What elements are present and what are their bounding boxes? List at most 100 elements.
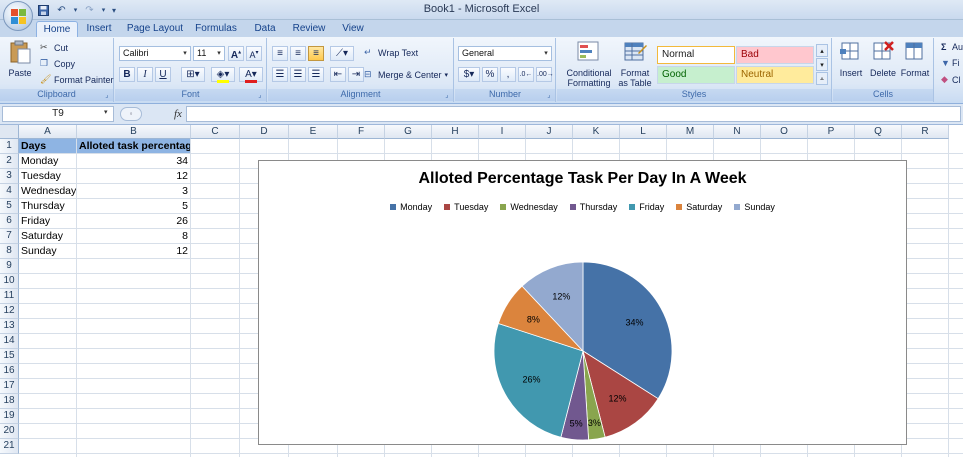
column-header-h[interactable]: H <box>432 125 479 139</box>
column-header-p[interactable]: P <box>808 125 855 139</box>
row-header-8[interactable]: 8 <box>0 244 19 259</box>
row-header-14[interactable]: 14 <box>0 334 19 349</box>
style-good[interactable]: Good <box>657 66 735 84</box>
borders-button[interactable]: ⊞▾ <box>181 67 205 82</box>
column-header-i[interactable]: I <box>479 125 526 139</box>
autosum-button[interactable]: Σ Au <box>941 42 963 52</box>
tab-insert[interactable]: Insert <box>80 21 118 37</box>
percentage-cell[interactable]: 5 <box>77 199 190 213</box>
column-header-l[interactable]: L <box>620 125 667 139</box>
shrink-font-button[interactable]: A▾ <box>246 46 262 61</box>
day-cell[interactable]: Wednesday <box>19 184 76 198</box>
align-middle-button[interactable]: ≡ <box>290 46 306 61</box>
bold-button[interactable]: B <box>119 67 135 82</box>
delete-cells-button[interactable]: Delete <box>867 40 899 78</box>
column-header-r[interactable]: R <box>902 125 949 139</box>
column-header-q[interactable]: Q <box>855 125 902 139</box>
percent-button[interactable]: % <box>482 67 498 82</box>
row-header-11[interactable]: 11 <box>0 289 19 304</box>
name-box-dropdown-icon[interactable]: ▾ <box>104 108 108 116</box>
percentage-cell[interactable]: 12 <box>77 169 190 183</box>
fill-color-button[interactable]: ◈▾ <box>211 67 235 83</box>
row-header-4[interactable]: 4 <box>0 184 19 199</box>
number-dialog-launcher-icon[interactable]: ⌟ <box>545 92 553 100</box>
align-left-button[interactable]: ☰ <box>272 67 288 82</box>
percentage-cell[interactable]: 26 <box>77 214 190 228</box>
column-header-a[interactable]: A <box>19 125 77 139</box>
align-right-button[interactable]: ☰ <box>308 67 324 82</box>
row-header-19[interactable]: 19 <box>0 409 19 424</box>
orientation-button[interactable]: ⟋▾ <box>330 46 354 61</box>
column-header-g[interactable]: G <box>385 125 432 139</box>
grow-font-button[interactable]: A▴ <box>228 46 244 61</box>
header-cell[interactable]: Days <box>19 139 76 153</box>
font-size-combo[interactable]: 11 ▾ <box>193 46 225 61</box>
fill-button[interactable]: ▼ Fi <box>941 58 960 68</box>
row-header-2[interactable]: 2 <box>0 154 19 169</box>
row-header-18[interactable]: 18 <box>0 394 19 409</box>
style-normal[interactable]: Normal <box>657 46 735 64</box>
number-format-combo[interactable]: General ▾ <box>458 46 552 61</box>
day-cell[interactable]: Tuesday <box>19 169 76 183</box>
day-cell[interactable]: Friday <box>19 214 76 228</box>
font-name-combo[interactable]: Calibri ▾ <box>119 46 191 61</box>
style-neutral[interactable]: Neutral <box>736 66 814 84</box>
column-header-f[interactable]: F <box>338 125 385 139</box>
column-header-k[interactable]: K <box>573 125 620 139</box>
underline-button[interactable]: U <box>155 67 171 82</box>
tab-view[interactable]: View <box>336 21 370 37</box>
column-header-b[interactable]: B <box>77 125 191 139</box>
merge-center-button[interactable]: ⊟ Merge & Center ▾ <box>364 69 448 80</box>
row-header-15[interactable]: 15 <box>0 349 19 364</box>
name-box[interactable]: T9 <box>2 106 114 122</box>
header-cell[interactable]: Alloted task percentage <box>77 139 190 153</box>
row-header-16[interactable]: 16 <box>0 364 19 379</box>
clipboard-dialog-launcher-icon[interactable]: ⌟ <box>103 92 111 100</box>
decrease-decimal-button[interactable]: .00→ <box>536 67 554 82</box>
decrease-indent-button[interactable]: ⇤ <box>330 67 346 82</box>
cut-button[interactable]: ✂ Cut <box>40 42 68 53</box>
conditional-formatting-button[interactable]: Conditional Formatting <box>561 40 617 88</box>
insert-function-icon[interactable]: fx <box>174 108 182 120</box>
style-bad[interactable]: Bad <box>736 46 814 64</box>
italic-button[interactable]: I <box>137 67 153 82</box>
align-center-button[interactable]: ☰ <box>290 67 306 82</box>
comma-button[interactable]: , <box>500 67 516 82</box>
column-header-c[interactable]: C <box>191 125 240 139</box>
styles-scroll-down-icon[interactable]: ▾ <box>816 58 828 71</box>
paste-button[interactable]: Paste <box>4 40 36 78</box>
align-bottom-button[interactable]: ≡ <box>308 46 324 61</box>
formula-input[interactable] <box>186 106 961 122</box>
column-header-d[interactable]: D <box>240 125 289 139</box>
styles-scroll-up-icon[interactable]: ▴ <box>816 44 828 57</box>
alignment-dialog-launcher-icon[interactable]: ⌟ <box>443 92 451 100</box>
column-header-m[interactable]: M <box>667 125 714 139</box>
row-header-6[interactable]: 6 <box>0 214 19 229</box>
day-cell[interactable]: Monday <box>19 154 76 168</box>
font-dialog-launcher-icon[interactable]: ⌟ <box>256 92 264 100</box>
percentage-cell[interactable]: 8 <box>77 229 190 243</box>
row-header-7[interactable]: 7 <box>0 229 19 244</box>
row-header-20[interactable]: 20 <box>0 424 19 439</box>
pie-chart[interactable]: Alloted Percentage Task Per Day In A Wee… <box>258 160 907 445</box>
day-cell[interactable]: Thursday <box>19 199 76 213</box>
row-header-3[interactable]: 3 <box>0 169 19 184</box>
format-as-table-button[interactable]: Format as Table <box>615 40 655 88</box>
align-top-button[interactable]: ≡ <box>272 46 288 61</box>
day-cell[interactable]: Saturday <box>19 229 76 243</box>
row-header-1[interactable]: 1 <box>0 139 19 154</box>
row-header-5[interactable]: 5 <box>0 199 19 214</box>
copy-button[interactable]: ❐ Copy <box>40 58 75 69</box>
column-header-o[interactable]: O <box>761 125 808 139</box>
select-all-button[interactable] <box>0 125 19 139</box>
tab-data[interactable]: Data <box>248 21 282 37</box>
currency-button[interactable]: $▾ <box>458 67 480 82</box>
column-header-n[interactable]: N <box>714 125 761 139</box>
font-color-button[interactable]: A▾ <box>239 67 263 83</box>
percentage-cell[interactable]: 12 <box>77 244 190 258</box>
tab-review[interactable]: Review <box>288 21 330 37</box>
percentage-cell[interactable]: 3 <box>77 184 190 198</box>
insert-cells-button[interactable]: Insert <box>835 40 867 78</box>
row-header-9[interactable]: 9 <box>0 259 19 274</box>
row-header-12[interactable]: 12 <box>0 304 19 319</box>
